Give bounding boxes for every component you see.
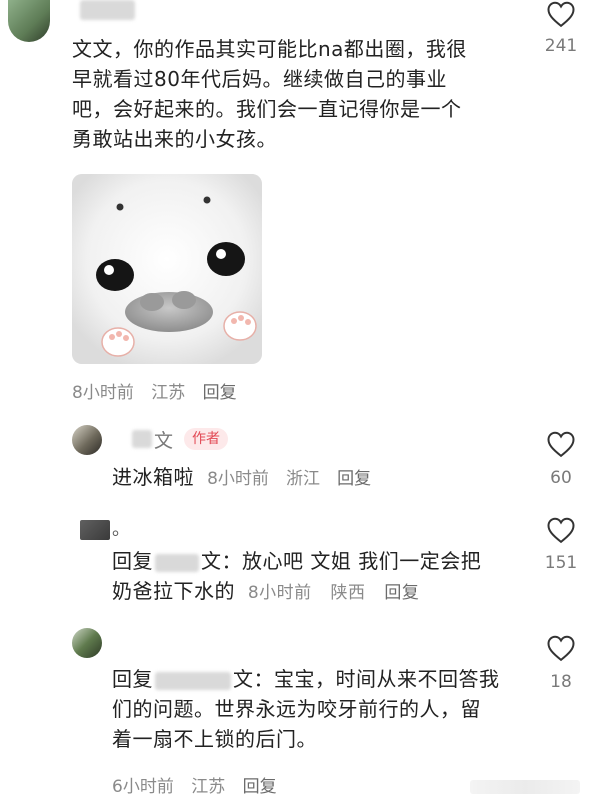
like-count: 241	[544, 36, 578, 56]
watermark-graphic	[470, 780, 580, 794]
reply-author-name[interactable]: 文	[154, 426, 173, 453]
reply-prefix[interactable]: 回复	[112, 549, 153, 573]
top-avatar[interactable]	[8, 0, 50, 42]
reply-meta: 6小时前 江苏 回复	[112, 772, 289, 797]
reply-target-suffix[interactable]: 文：	[201, 549, 242, 573]
reply-text: 进冰箱啦	[112, 465, 194, 489]
reply-line: 回复 文：宝宝，时间从来不回答我	[112, 664, 532, 694]
reply-button[interactable]: 回复	[203, 383, 237, 403]
avatar[interactable]	[72, 425, 102, 455]
reply-button[interactable]: 回复	[384, 583, 419, 603]
like-count: 18	[550, 672, 572, 692]
reply-row: 进冰箱啦 8小时前 浙江 回复	[112, 462, 371, 492]
reply-author-name[interactable]: 。	[112, 515, 130, 541]
seal-pup-image	[72, 174, 262, 364]
username-redacted[interactable]	[155, 553, 199, 572]
reply-line-text: 奶爸拉下水的	[112, 579, 235, 603]
reply-line-text: 放心吧 文姐 我们一定会把	[242, 549, 482, 573]
username-redacted[interactable]	[132, 430, 152, 448]
like-button[interactable]	[546, 516, 580, 546]
comment-text: 文文，你的作品其实可能比na都出圈，我很 早就看过80年代后妈。继续做自己的事业…	[72, 34, 532, 154]
author-badge: 作者	[184, 428, 228, 450]
avatar[interactable]	[72, 628, 102, 658]
reply-line: 们的问题。世界永远为咬牙前行的人，留	[112, 697, 481, 721]
heart-outline-icon	[547, 1, 575, 28]
reply-time: 6小时前	[112, 777, 174, 797]
like-count: 60	[550, 468, 572, 488]
like-count: 151	[544, 553, 578, 573]
reply-line: 回复 文：放心吧 文姐 我们一定会把	[112, 546, 532, 576]
reply-time: 8小时前	[247, 583, 312, 603]
like-button[interactable]	[546, 634, 580, 664]
heart-outline-icon	[547, 431, 575, 458]
reply-line: 奶爸拉下水的 8小时前 陕西 回复	[112, 576, 532, 608]
reply-location: 江苏	[191, 777, 226, 797]
like-button[interactable]	[546, 430, 580, 460]
heart-outline-icon	[547, 517, 575, 544]
reply-location: 浙江	[286, 469, 321, 489]
reply-button[interactable]: 回复	[337, 469, 371, 489]
comment-meta: 8小时前 江苏 回复	[72, 378, 249, 403]
comment-location: 江苏	[151, 383, 186, 403]
username-redacted[interactable]	[80, 0, 135, 20]
reply-text: 回复 文：宝宝，时间从来不回答我 们的问题。世界永远为咬牙前行的人，留 着一扇不上…	[112, 664, 532, 754]
username-redacted[interactable]	[155, 671, 231, 690]
comment-line: 吧，会好起来的。我们会一直记得你是一个	[72, 97, 462, 121]
comment-time: 8小时前	[72, 383, 134, 403]
avatar[interactable]	[80, 520, 110, 540]
reply-prefix[interactable]: 回复	[112, 667, 153, 691]
like-button[interactable]	[546, 0, 580, 30]
reply-target-suffix[interactable]: 文：	[233, 667, 274, 691]
comment-image[interactable]	[72, 174, 262, 364]
reply-time: 8小时前	[207, 469, 269, 489]
reply-line-text: 宝宝，时间从来不回答我	[274, 667, 500, 691]
comment-line: 勇敢站出来的小女孩。	[72, 127, 277, 151]
reply-line: 着一扇不上锁的后门。	[112, 727, 317, 751]
comment-line: 文文，你的作品其实可能比na都出圈，我很	[72, 37, 467, 61]
heart-outline-icon	[547, 635, 575, 662]
comment-line: 早就看过80年代后妈。继续做自己的事业	[72, 67, 447, 91]
reply-button[interactable]: 回复	[243, 777, 277, 797]
reply-location: 陕西	[330, 583, 366, 603]
reply-text: 回复 文：放心吧 文姐 我们一定会把 奶爸拉下水的 8小时前 陕西 回复	[112, 546, 532, 608]
